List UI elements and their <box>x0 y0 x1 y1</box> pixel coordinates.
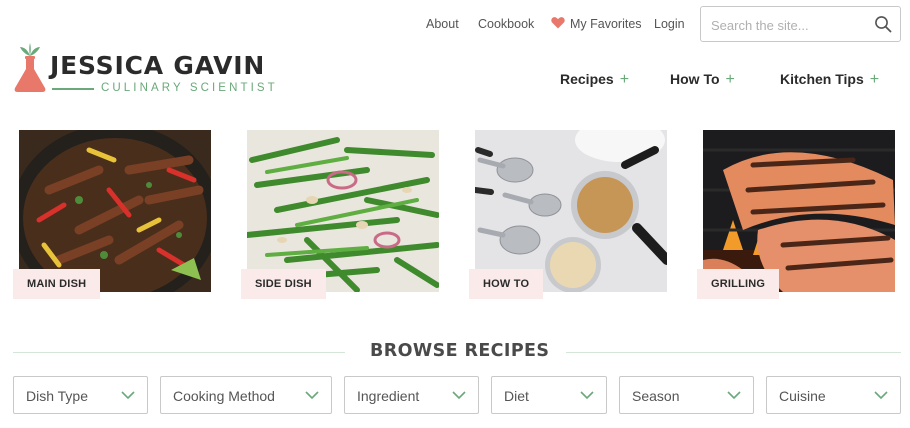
filter-season[interactable]: Season <box>619 376 754 414</box>
browse-recipes-heading: BROWSE RECIPES <box>370 341 550 361</box>
chevron-down-icon <box>580 391 594 400</box>
chevron-down-icon <box>452 391 466 400</box>
card-grilling[interactable]: GRILLING <box>697 130 895 299</box>
filter-label: Diet <box>504 388 529 404</box>
how-to-image <box>475 130 667 292</box>
cookbook-link[interactable]: Cookbook <box>478 17 534 31</box>
chevron-down-icon <box>874 391 888 400</box>
filter-dish-type[interactable]: Dish Type <box>13 376 148 414</box>
grilling-image <box>703 130 895 292</box>
site-logo[interactable]: JESSICA GAVIN CULINARY SCIENTIST <box>12 42 282 98</box>
browse-divider-right <box>566 352 901 353</box>
filter-label: Cuisine <box>779 388 826 404</box>
nav-recipes[interactable]: Recipes + <box>560 71 629 89</box>
search-icon[interactable] <box>874 15 892 33</box>
filter-label: Cooking Method <box>173 388 275 404</box>
logo-name: JESSICA GAVIN <box>50 51 266 80</box>
main-dish-image <box>19 130 211 292</box>
search-box <box>700 6 901 42</box>
my-favorites-link[interactable]: My Favorites <box>570 17 642 31</box>
browse-divider-left <box>13 352 345 353</box>
nav-kitchen-tips-label: Kitchen Tips <box>780 71 864 87</box>
filter-cooking-method[interactable]: Cooking Method <box>160 376 332 414</box>
card-label: MAIN DISH <box>13 269 101 299</box>
login-link[interactable]: Login <box>654 17 685 31</box>
logo-tagline: CULINARY SCIENTIST <box>101 82 278 94</box>
card-main-dish[interactable]: MAIN DISH <box>13 130 211 299</box>
side-dish-image <box>247 130 439 292</box>
filter-diet[interactable]: Diet <box>491 376 607 414</box>
search-input[interactable] <box>711 15 871 35</box>
card-how-to[interactable]: HOW TO <box>469 130 667 299</box>
about-link[interactable]: About <box>426 17 459 31</box>
filter-label: Ingredient <box>357 388 420 404</box>
card-side-dish[interactable]: SIDE DISH <box>241 130 439 299</box>
filter-cuisine[interactable]: Cuisine <box>766 376 901 414</box>
card-label: HOW TO <box>469 269 544 299</box>
nav-how-to[interactable]: How To + <box>670 71 735 89</box>
card-label: SIDE DISH <box>241 269 326 299</box>
chevron-down-icon <box>305 391 319 400</box>
filter-label: Season <box>632 388 680 404</box>
heart-icon[interactable] <box>551 16 565 29</box>
plus-icon: + <box>869 71 880 88</box>
logo-divider <box>52 88 94 90</box>
filter-ingredient[interactable]: Ingredient <box>344 376 479 414</box>
nav-kitchen-tips[interactable]: Kitchen Tips + <box>780 71 879 89</box>
card-label: GRILLING <box>697 269 780 299</box>
chevron-down-icon <box>121 391 135 400</box>
plus-icon: + <box>619 71 630 88</box>
chevron-down-icon <box>727 391 741 400</box>
flask-logo-icon <box>14 43 46 92</box>
nav-how-to-label: How To <box>670 71 720 87</box>
nav-recipes-label: Recipes <box>560 71 614 87</box>
plus-icon: + <box>725 71 735 88</box>
filter-label: Dish Type <box>26 388 88 404</box>
utility-nav: About Cookbook My Favorites Login <box>0 0 910 48</box>
